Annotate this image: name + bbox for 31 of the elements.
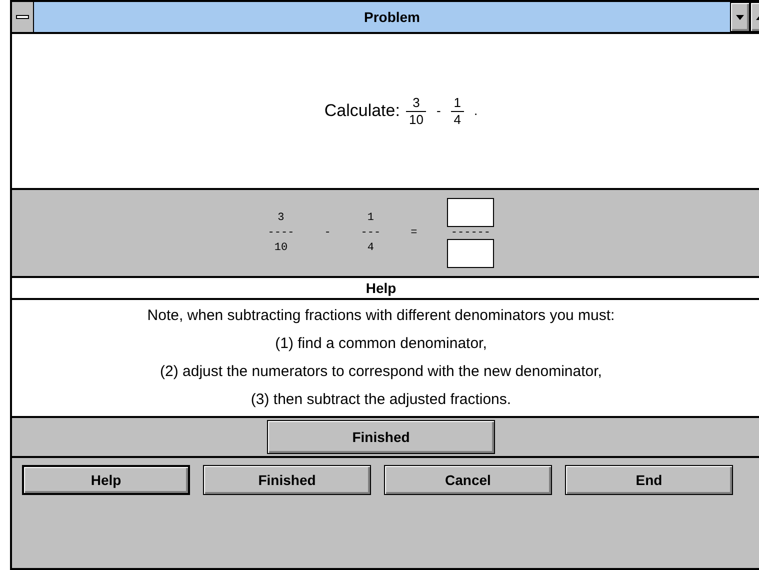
help-text: (3) then subtract the adjusted fractions. [250, 390, 512, 410]
dialog-button[interactable]: Help [22, 465, 190, 495]
denominator-text: 4 [367, 240, 374, 256]
minus-sign: - [324, 226, 331, 241]
numerator-input[interactable] [447, 198, 494, 227]
denominator-input[interactable] [447, 239, 494, 268]
period: . [473, 102, 478, 120]
help-title: Help [12, 278, 759, 300]
equals-sign: = [410, 226, 418, 241]
fraction: 3 10 [406, 96, 426, 126]
finished-button[interactable]: Finished [267, 420, 495, 454]
system-menu-button[interactable] [12, 2, 34, 32]
minus-sign: - [435, 102, 442, 120]
numerator-text: 3 [278, 210, 284, 226]
dash-text: ------ [450, 228, 491, 238]
denominator-text: 10 [274, 240, 288, 256]
minimize-button[interactable] [730, 2, 750, 32]
fraction: 1 4 [450, 96, 464, 126]
dash-text: ---- [268, 226, 294, 240]
minus-icon [16, 15, 29, 19]
numerator-text: 1 [367, 210, 374, 226]
dialog-button[interactable]: Cancel [384, 465, 552, 495]
help-text: Note, when subtracting fractions with different denominators you must: [147, 306, 615, 326]
dash-text: --- [360, 226, 381, 240]
help-text: (2) adjust the numerators to correspond with the new denominator, [160, 362, 602, 382]
down-arrow-icon [736, 14, 744, 20]
dialog-button[interactable]: End [565, 465, 733, 495]
window-title: Problem [362, 8, 421, 26]
help-text: (1) find a common denominator, [275, 334, 487, 354]
dialog-button[interactable]: Finished [203, 465, 371, 495]
calculate-label: Calculate: [324, 100, 400, 122]
